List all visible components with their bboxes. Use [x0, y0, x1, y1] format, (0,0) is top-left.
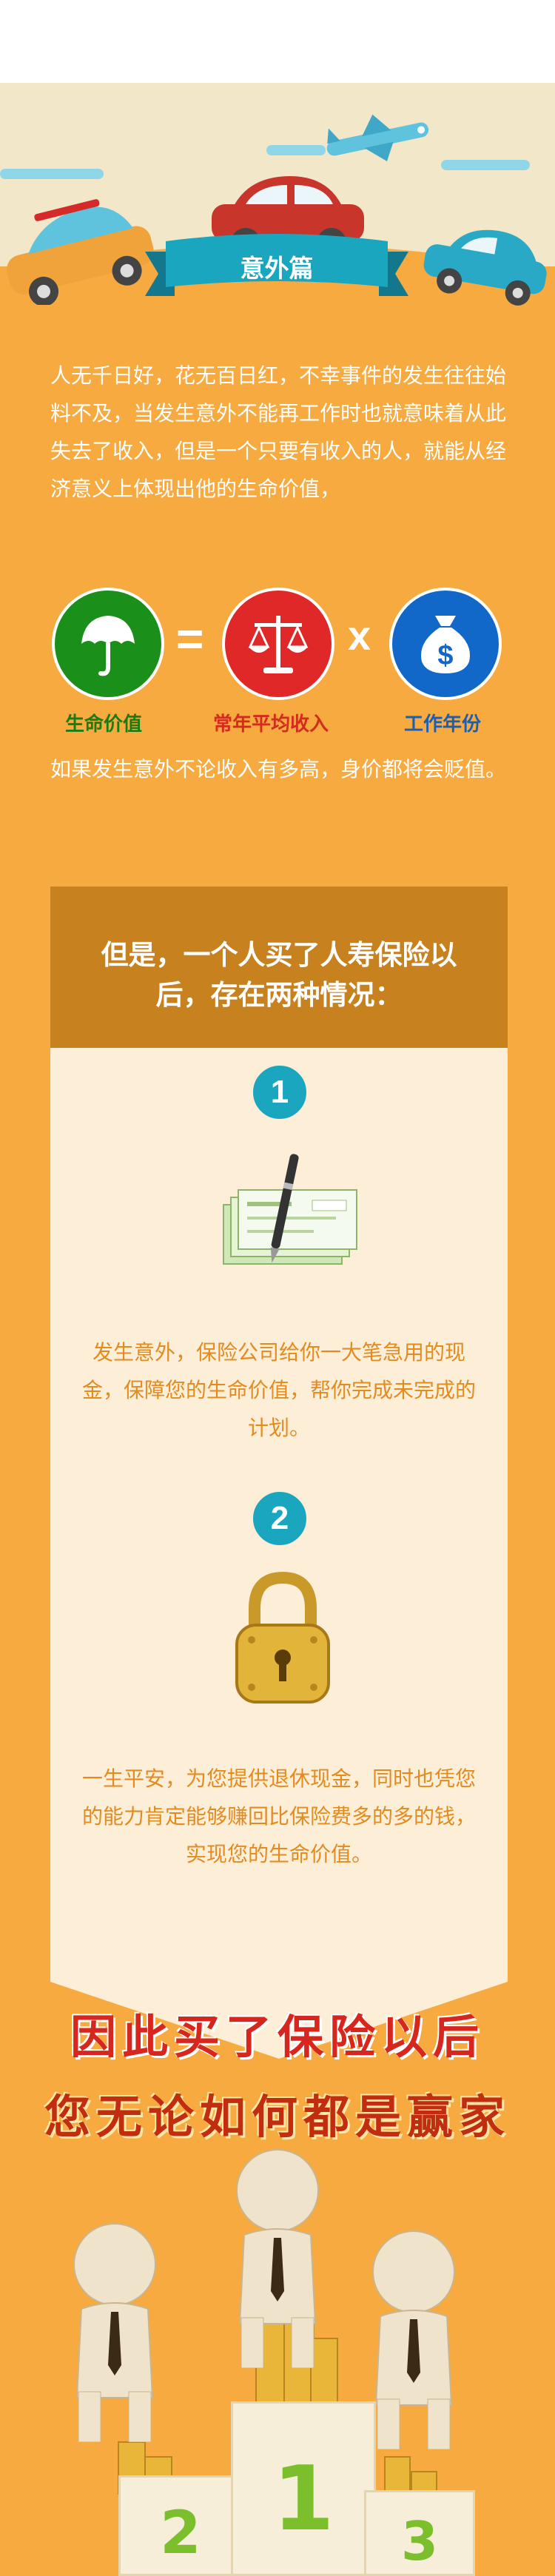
scale-circle [222, 588, 334, 700]
section-title: 意外篇 [240, 255, 314, 282]
case-2-text: 一生平安，为您提供退休现金，同时也凭您的能力肯定能够赚回比保险费多的多的钱，实现… [81, 1767, 476, 1866]
intro-text: 人无千日好，花无百日红，不幸事件的发生往往始料不及，当发生意外不能再工作时也就意… [50, 364, 507, 500]
annual-income-label: 常年平均收入 [213, 713, 329, 735]
section-ribbon: 意外篇 [145, 234, 408, 303]
airplane-icon [326, 114, 429, 162]
slogan-line-1: 因此买了保险以后 [70, 2010, 485, 2064]
padlock-icon [235, 1571, 330, 1704]
umbrella-icon [81, 616, 135, 676]
podium-second: 2 [118, 2475, 243, 2576]
podium-scene: 2 1 3 [0, 2146, 555, 2576]
top-margin [0, 0, 555, 83]
case-1-badge: 1 [249, 1061, 311, 1123]
umbrella-circle [52, 588, 164, 700]
podium-third: 3 [364, 2490, 475, 2576]
working-years-label: 工作年份 [404, 713, 482, 735]
case-2-badge: 2 [249, 1487, 311, 1550]
panel-header: 但是，一个人买了人寿保险以后，存在两种情况： [50, 887, 508, 1048]
podium-first-number: 1 [272, 2448, 334, 2551]
two-cases-panel: 但是，一个人买了人寿保险以后，存在两种情况： 1 发生意外，保险公司给你一大笔急… [50, 887, 508, 2059]
money-bag-icon: $ [421, 616, 470, 673]
svg-text:$: $ [437, 640, 453, 671]
check-pen-icon [223, 1154, 357, 1265]
podium-second-number: 2 [160, 2498, 201, 2567]
slogan-line-2: 您无论如何都是赢家 [44, 2090, 511, 2144]
money-bag-circle: $ [389, 588, 502, 700]
cloud [0, 169, 104, 179]
panel-heading: 但是，一个人买了人寿保险以后，存在两种情况： [101, 940, 457, 1010]
figure-left [73, 2223, 156, 2442]
podium-first: 1 [231, 2401, 376, 2576]
podium-third-number: 3 [400, 2510, 439, 2572]
equals-sign: = [176, 612, 204, 665]
car-left-icon [6, 199, 154, 305]
cloud [441, 160, 530, 170]
devaluation-text: 如果发生意外不论收入有多高，身价都将会贬值。 [50, 758, 507, 781]
scale-icon [248, 616, 309, 673]
case-1-text: 发生意外，保险公司给你一大笔急用的现金，保障您的生命价值，帮你完成未完成的计划。 [81, 1341, 476, 1439]
car-right-icon [423, 229, 547, 306]
times-sign: x [348, 612, 371, 659]
value-formula: = x $ 生命价值 常年平均收入 工作年份 [0, 585, 555, 735]
life-value-label: 生命价值 [65, 713, 143, 735]
figure-center [236, 2149, 319, 2368]
page: 意外篇 人无千日好，花无百日红，不幸事件的发生往往始料不及，当发生意外不能再工作… [0, 0, 555, 2576]
